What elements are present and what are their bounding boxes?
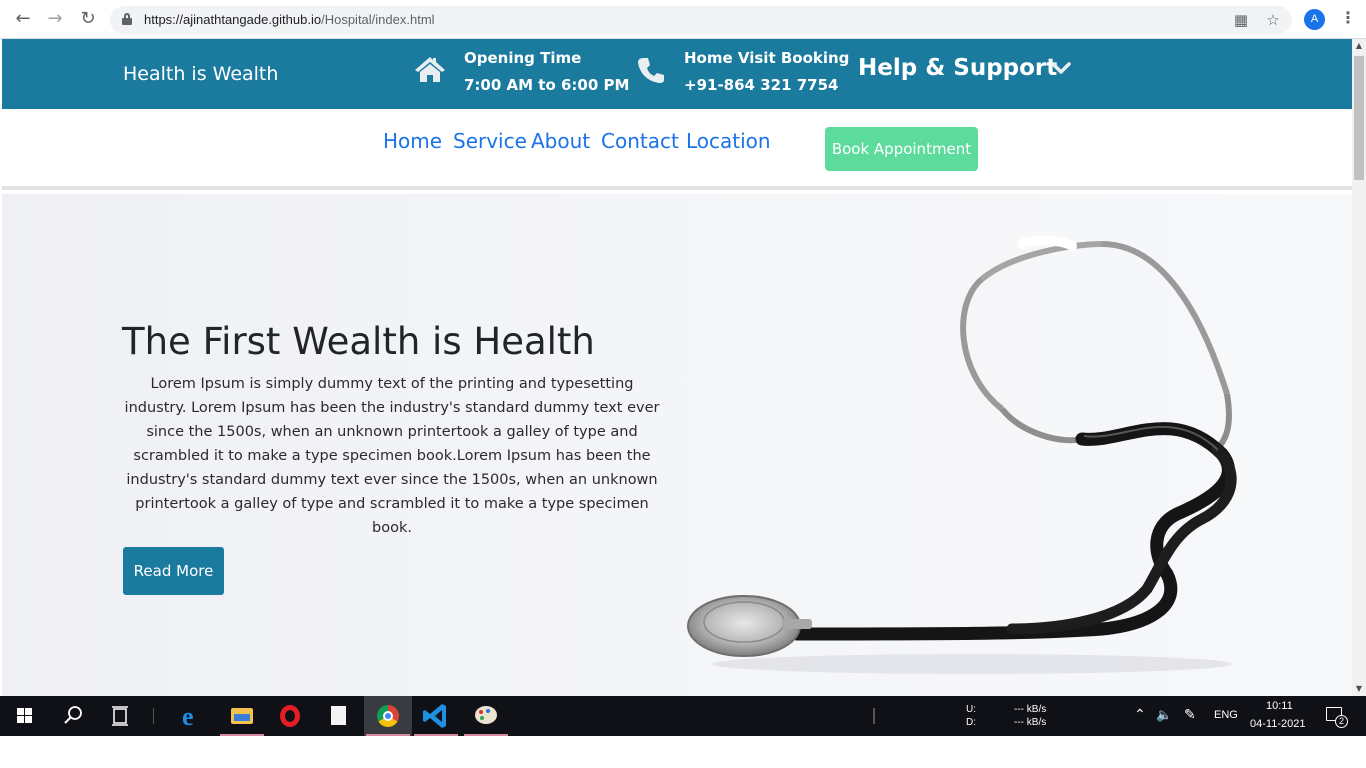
taskbar-divider (153, 708, 154, 724)
browser-menu-icon[interactable]: ⋮ (1340, 8, 1356, 27)
notification-count-badge: 2 (1335, 715, 1348, 728)
book-appointment-button[interactable]: Book Appointment (825, 127, 978, 171)
scroll-up-arrow-icon[interactable]: ▲ (1352, 39, 1366, 53)
taskbar-grip (873, 708, 875, 724)
clock-time[interactable]: 10:11 (1266, 700, 1293, 712)
phone-icon (638, 58, 664, 83)
read-more-button[interactable]: Read More (123, 547, 224, 595)
page-scrollbar[interactable]: ▲ ▼ (1352, 39, 1366, 696)
net-download-value: --- kB/s (1014, 717, 1047, 728)
info-bar: Health is Wealth Opening Time 7:00 AM to… (2, 39, 1352, 109)
file-explorer-icon[interactable] (218, 696, 266, 736)
address-bar[interactable]: https://ajinathtangade.github.io/Hospita… (110, 6, 1292, 34)
bookmark-star-icon[interactable]: ☆ (1264, 11, 1282, 29)
opening-time-value: 7:00 AM to 6:00 PM (464, 76, 630, 94)
lock-icon (122, 13, 132, 25)
search-icon[interactable] (48, 696, 96, 736)
language-indicator[interactable]: ENG (1214, 709, 1238, 721)
help-support-dropdown[interactable]: Help & Support (858, 55, 1057, 81)
opening-time-title: Opening Time (464, 49, 582, 67)
windows-start-icon[interactable] (0, 696, 48, 736)
vscode-icon[interactable] (412, 696, 460, 736)
paint-app-icon[interactable] (462, 696, 510, 736)
scroll-thumb[interactable] (1354, 56, 1364, 180)
url-text[interactable]: https://ajinathtangade.github.io/Hospita… (144, 12, 435, 27)
chevron-up-icon[interactable]: ⌃ (1134, 706, 1146, 723)
qr-code-icon[interactable]: ▦ (1232, 11, 1250, 29)
hero-title: The First Wealth is Health (122, 320, 595, 363)
booking-phone[interactable]: +91-864 321 7754 (684, 76, 838, 94)
screen-bottom-strip (0, 736, 1366, 768)
clock-date[interactable]: 04-11-2021 (1250, 718, 1305, 730)
net-upload-value: --- kB/s (1014, 704, 1047, 715)
browser-toolbar: ← → ↻ https://ajinathtangade.github.io/H… (0, 0, 1366, 39)
notepad-icon[interactable] (314, 696, 362, 736)
site-brand[interactable]: Health is Wealth (123, 63, 278, 85)
net-upload-label: U: (966, 704, 976, 715)
page-viewport: Health is Wealth Opening Time 7:00 AM to… (2, 39, 1352, 696)
task-view-icon[interactable] (96, 696, 144, 736)
nav-link-service[interactable]: Service (453, 129, 527, 153)
speaker-icon[interactable]: 🔈 (1156, 707, 1172, 723)
stethoscope-image (687, 235, 1237, 674)
windows-taskbar: e U: D: --- kB/s --- kB/s ⌃ 🔈 ✎ ENG 10:1… (0, 696, 1366, 736)
url-path: /Hospital/index.html (321, 12, 435, 27)
pen-ink-icon[interactable]: ✎ (1184, 706, 1196, 723)
reload-icon[interactable]: ↻ (78, 9, 98, 29)
profile-avatar[interactable]: A (1304, 9, 1325, 30)
nav-link-about[interactable]: About (531, 129, 590, 153)
nav-link-location[interactable]: Location (686, 129, 771, 153)
chevron-down-icon[interactable] (1051, 61, 1071, 75)
net-download-label: D: (966, 717, 976, 728)
nav-link-home[interactable]: Home (383, 129, 442, 153)
url-host: https://ajinathtangade.github.io (144, 12, 322, 27)
booking-title: Home Visit Booking (684, 49, 850, 67)
opera-browser-icon[interactable] (266, 696, 314, 736)
back-arrow-icon[interactable]: ← (13, 9, 33, 29)
nav-link-contact[interactable]: Contact (601, 129, 679, 153)
chrome-browser-icon[interactable] (364, 696, 412, 736)
main-navbar: Home Service About Contact Location Book… (2, 109, 1352, 190)
scroll-down-arrow-icon[interactable]: ▼ (1352, 682, 1366, 696)
hero-section: The First Wealth is Health Lorem Ipsum i… (2, 194, 1352, 696)
forward-arrow-icon[interactable]: → (45, 9, 65, 29)
home-icon (415, 57, 445, 82)
edge-browser-icon[interactable]: e (170, 696, 218, 736)
hero-description: Lorem Ipsum is simply dummy text of the … (124, 376, 660, 536)
